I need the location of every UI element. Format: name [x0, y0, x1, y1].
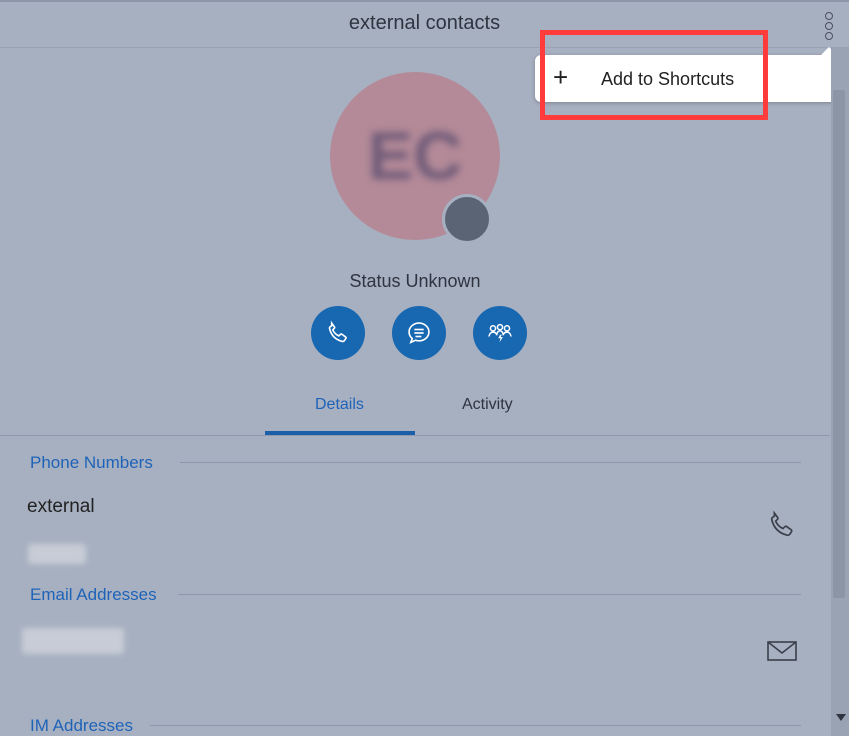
chat-button[interactable] [392, 306, 446, 360]
phone-entry-name: external [27, 496, 95, 517]
phone-section-divider [180, 462, 801, 463]
more-options-icon[interactable] [822, 12, 836, 40]
tabs-divider [0, 435, 830, 436]
call-button[interactable] [311, 306, 365, 360]
tab-details[interactable]: Details [315, 396, 364, 414]
phone-number-redacted [28, 544, 86, 564]
email-address-redacted [22, 628, 124, 654]
im-addresses-heading: IM Addresses [30, 716, 133, 735]
highlight-box [540, 30, 768, 120]
scroll-down-icon[interactable] [836, 714, 846, 721]
group-icon [488, 323, 512, 343]
phone-icon [328, 320, 347, 343]
phone-numbers-heading: Phone Numbers [30, 453, 153, 472]
email-section-divider [178, 594, 801, 595]
tab-bar: Details Activity [0, 390, 830, 436]
im-section-divider [150, 725, 801, 726]
phone-icon[interactable] [765, 508, 799, 542]
scrollbar-thumb[interactable] [833, 90, 845, 598]
presence-indicator [442, 194, 492, 244]
tab-activity[interactable]: Activity [462, 396, 513, 414]
mail-icon[interactable] [766, 640, 798, 662]
status-text: Status Unknown [349, 271, 481, 291]
group-meeting-button[interactable] [473, 306, 527, 360]
chat-icon [408, 322, 430, 344]
email-addresses-heading: Email Addresses [30, 585, 157, 604]
